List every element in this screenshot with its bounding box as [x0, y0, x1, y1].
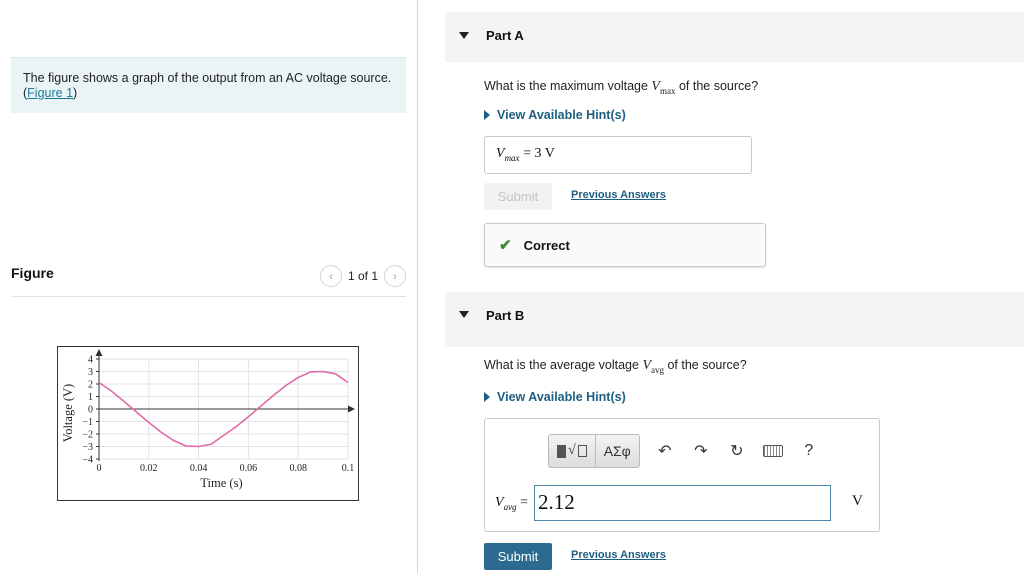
part-a-answer-value: = 3 V [519, 146, 555, 161]
part-b-answer-editor: √ ΑΣφ ↶ ↷ ↻ ? Vavg = 2.12 V [484, 418, 880, 532]
part-a-answer-box: Vmax = 3 V [484, 136, 752, 174]
x-axis-arrow-icon [348, 405, 355, 413]
template-box-icon [577, 445, 587, 457]
y-tick-label: 2 [88, 380, 93, 391]
y-tick-label: −4 [82, 455, 93, 466]
part-b-hint-label: View Available Hint(s) [497, 390, 626, 404]
pager-count: 1 of 1 [347, 269, 378, 283]
part-a-result-label: Correct [523, 237, 570, 253]
y-tick-label: 1 [88, 392, 93, 403]
intro-text: The figure shows a graph of the output f… [23, 71, 392, 100]
part-b-var-letter: V [642, 358, 651, 373]
figure-header: Figure ‹ 1 of 1 › [11, 262, 406, 297]
y-tick-label: −2 [82, 430, 93, 441]
chevron-left-icon[interactable]: ‹ [319, 265, 342, 287]
unit-label: V [852, 493, 863, 509]
caret-right-icon [484, 392, 490, 402]
math-toolbar: √ ΑΣφ ↶ ↷ ↻ ? [548, 434, 826, 468]
x-tick-label: 0.06 [240, 463, 258, 474]
part-a-previous-answers-link[interactable]: Previous Answers [571, 189, 666, 201]
y-tick-label: −3 [82, 442, 93, 453]
undo-icon[interactable]: ↶ [648, 434, 682, 468]
toolbar-group-templates: √ ΑΣφ [548, 434, 640, 468]
caret-right-icon [484, 110, 490, 120]
x-tick-label: 0.08 [289, 463, 307, 474]
figure-link[interactable]: Figure 1 [27, 86, 73, 100]
equation-row: Vavg = 2.12 [495, 485, 831, 521]
collapse-triangle-icon[interactable] [459, 32, 469, 39]
part-a-question: What is the maximum voltage Vmax of the … [484, 79, 758, 96]
answer-input[interactable]: 2.12 [533, 485, 831, 521]
part-b-label: Part B [486, 308, 525, 323]
eq-sign: = [516, 494, 528, 510]
checkmark-icon: ✔ [499, 237, 512, 254]
y-tick-label: 3 [88, 367, 93, 378]
collapse-triangle-icon[interactable] [459, 311, 469, 318]
x-tick-label: 0.02 [140, 463, 158, 474]
reset-icon[interactable]: ↻ [720, 434, 754, 468]
y-axis-label: Voltage (V) [61, 384, 75, 442]
help-button[interactable]: ? [792, 434, 826, 468]
part-a-answer-var-letter: V [496, 146, 505, 161]
templates-button[interactable]: √ [549, 435, 596, 467]
x-axis-label: Time (s) [200, 476, 242, 490]
part-a-label: Part A [486, 28, 524, 43]
part-a-var-sub: max [659, 85, 676, 96]
eq-var-sub: avg [503, 501, 517, 512]
part-b-question: What is the average voltage Vavg of the … [484, 358, 747, 375]
redo-icon[interactable]: ↷ [684, 434, 718, 468]
part-b-previous-answers-link[interactable]: Previous Answers [571, 549, 666, 561]
greek-symbols-button[interactable]: ΑΣφ [596, 435, 639, 467]
part-a-var: Vmax [651, 79, 676, 96]
y-tick-label: −1 [82, 417, 93, 428]
part-a-question-post: of the source? [675, 79, 759, 93]
part-a-header[interactable]: Part A [445, 12, 1024, 62]
eq-var: Vavg [495, 494, 517, 512]
part-a-submit-button[interactable]: Submit [484, 183, 552, 210]
left-pane: The figure shows a graph of the output f… [0, 0, 418, 573]
part-a-hint-label: View Available Hint(s) [497, 108, 626, 122]
keyboard-shape [762, 445, 783, 457]
y-axis-arrow-icon [95, 349, 103, 356]
part-b-var-sub: avg [651, 364, 664, 375]
part-b-header[interactable]: Part B [445, 292, 1024, 347]
figure-title: Figure [11, 265, 54, 281]
part-a-hint-toggle[interactable]: View Available Hint(s) [484, 108, 626, 122]
keyboard-icon[interactable] [756, 434, 790, 468]
right-pane: Part A What is the maximum voltage Vmax … [445, 0, 1024, 573]
eq-var-letter: V [495, 494, 504, 510]
part-b-var: Vavg [642, 358, 664, 375]
intro-box: The figure shows a graph of the output f… [11, 57, 406, 113]
part-b-hint-toggle[interactable]: View Available Hint(s) [484, 390, 626, 404]
y-tick-label: 0 [88, 405, 93, 416]
part-a-answer-var: Vmax [496, 146, 520, 163]
figure-frame: 4 3 2 1 0 −1 −2 −3 −4 0 0.02 0.04 0.06 0.08 0.1 Time (s… [57, 346, 359, 501]
part-b-question-post: of the source? [664, 358, 747, 372]
voltage-chart: 43210−1−2−3−40 0.02 0.04 0.06 0.08 0.1Time (s… [61, 349, 355, 490]
x-tick-label: 0.1 [342, 463, 355, 474]
intro-text-end: ) [73, 86, 78, 100]
part-a-answer-var-sub: max [504, 152, 520, 163]
part-b-submit-button[interactable]: Submit [484, 543, 552, 570]
x-tick-label: 0 [97, 463, 102, 474]
y-tick-label: 4 [88, 355, 93, 366]
part-a-var-letter: V [651, 79, 660, 94]
x-tick-label: 0.04 [190, 463, 208, 474]
equation-label: Vavg = [495, 495, 528, 512]
template-square-icon [557, 444, 566, 458]
figure-pager: ‹ 1 of 1 › [319, 265, 406, 287]
part-a-question-pre: What is the maximum voltage [484, 79, 652, 93]
part-a-result-box: ✔ Correct [484, 223, 766, 267]
part-b-question-pre: What is the average voltage [484, 358, 643, 372]
chevron-right-icon[interactable]: › [384, 265, 406, 287]
templates-radical-label: √ [568, 443, 576, 458]
